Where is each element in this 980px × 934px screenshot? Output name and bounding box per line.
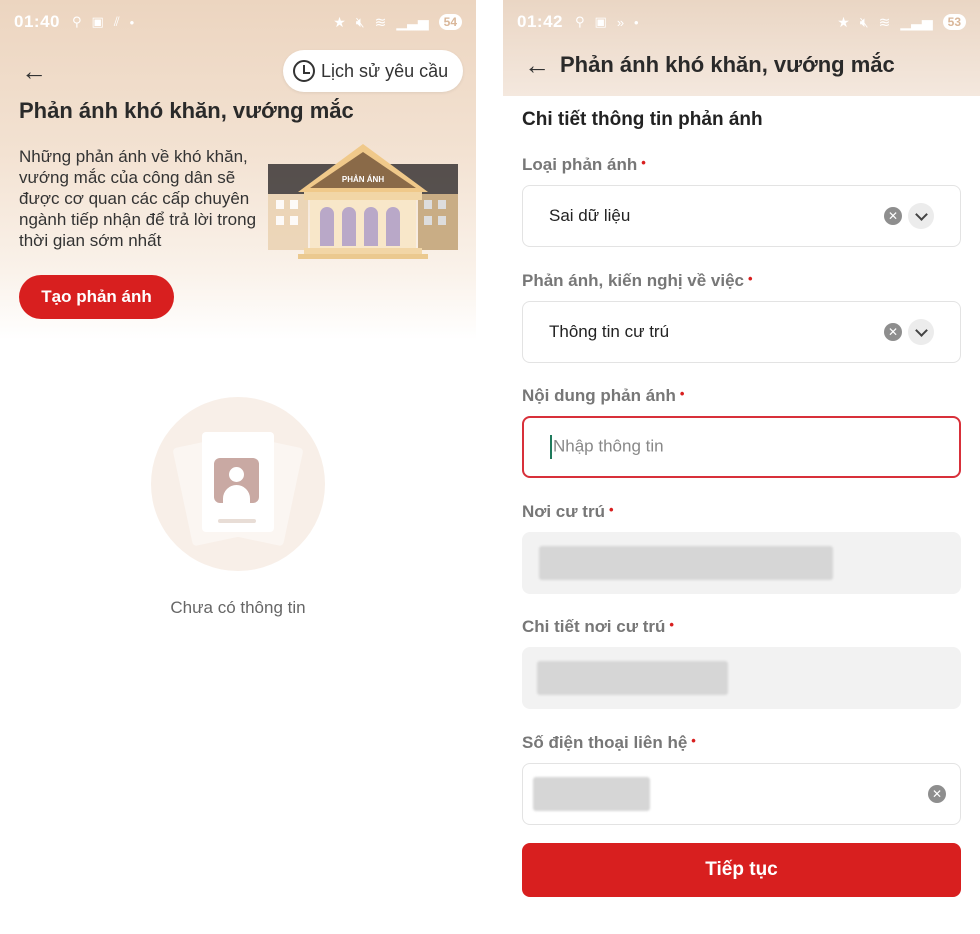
- report-type-label-text: Loại phản ánh: [522, 155, 638, 174]
- status-system-icons: ★ 🔇︎ ≋ ▁▃▅ 54: [333, 14, 462, 31]
- report-type-value: Sai dữ liệu: [549, 206, 631, 225]
- phone-input[interactable]: ✕: [522, 763, 961, 825]
- wifi-icon: ≋: [374, 13, 387, 30]
- continue-button[interactable]: Tiếp tục: [522, 843, 961, 897]
- residence-label-text: Nơi cư trú: [522, 502, 605, 521]
- content-placeholder: Nhập thông tin: [553, 436, 664, 456]
- required-mark: •: [608, 502, 614, 517]
- status-time: 01:42: [517, 12, 563, 31]
- screenshot-icon: ▣: [91, 14, 104, 29]
- mute-icon: 🔇︎: [355, 13, 365, 30]
- status-notification-icons: ⚲ ▣ ⫽ •: [72, 14, 134, 30]
- text-caret: [550, 435, 552, 459]
- empty-card-line: [218, 519, 256, 523]
- page-description: Những phản ánh về khó khăn, vướng mắc củ…: [19, 147, 257, 250]
- clear-icon[interactable]: ✕: [928, 785, 946, 803]
- empty-state-text: Chưa có thông tin: [170, 598, 306, 617]
- content-label-text: Nội dung phản ánh: [522, 386, 676, 405]
- section-title: Chi tiết thông tin phản ánh: [522, 109, 763, 130]
- page-title: Phản ánh khó khăn, vướng mắc: [19, 98, 354, 123]
- request-history-label: Lịch sử yêu cầu: [321, 60, 449, 81]
- mute-icon: 🔇︎: [859, 13, 869, 30]
- user-avatar-icon: [214, 458, 259, 503]
- report-type-select[interactable]: Sai dữ liệu ✕: [522, 185, 961, 247]
- create-report-button[interactable]: Tạo phản ánh: [19, 275, 174, 319]
- screenshot-icon: ▣: [594, 14, 607, 29]
- cell-signal-icon: ▁▃▅: [396, 13, 429, 30]
- required-mark: •: [669, 617, 674, 632]
- dot-icon: •: [129, 14, 135, 30]
- status-time: 01:40: [14, 12, 60, 31]
- content-input[interactable]: Nhập thông tin: [522, 416, 961, 478]
- subject-select[interactable]: Thông tin cư trú ✕: [522, 301, 961, 363]
- building-sign: PHẢN ÁNH: [342, 175, 384, 184]
- star-icon: ★: [333, 13, 346, 30]
- request-history-button[interactable]: Lịch sử yêu cầu: [283, 50, 463, 92]
- clear-icon[interactable]: ✕: [884, 207, 902, 225]
- required-mark: •: [748, 271, 753, 286]
- redacted-residence-detail-value: [537, 661, 728, 695]
- status-bar: 01:40 ⚲ ▣ ⫽ • ★ 🔇︎ ≋ ▁▃▅ 54: [0, 0, 476, 44]
- status-bar: 01:42 ⚲ ▣ » • ★ 🔇︎ ≋ ▁▃▅ 53: [503, 0, 980, 44]
- right-screen: 01:42 ⚲ ▣ » • ★ 🔇︎ ≋ ▁▃▅ 53 ← Phản ánh k…: [503, 0, 980, 934]
- required-mark: •: [679, 386, 685, 401]
- redacted-phone-value: [533, 777, 650, 811]
- required-mark: •: [641, 155, 646, 170]
- content-label: Nội dung phản ánh •: [522, 386, 684, 406]
- status-system-icons: ★ 🔇︎ ≋ ▁▃▅ 53: [837, 14, 966, 31]
- usb-icon: ⚲: [574, 14, 585, 29]
- star-icon: ★: [837, 13, 850, 30]
- government-building-illustration: PHẢN ÁNH: [268, 144, 458, 259]
- back-arrow-icon[interactable]: ←: [21, 58, 47, 84]
- clear-icon[interactable]: ✕: [884, 323, 902, 341]
- report-type-label: Loại phản ánh •: [522, 155, 646, 175]
- wifi-icon: ≋: [878, 13, 891, 30]
- redacted-residence-value: [539, 546, 833, 580]
- residence-field: [522, 532, 961, 594]
- forward-icon: »: [616, 14, 625, 30]
- battery-indicator: 54: [438, 14, 462, 30]
- cell-signal-icon: ▁▃▅: [900, 13, 933, 30]
- required-mark: •: [691, 733, 696, 748]
- phone-label: Số điện thoại liên hệ •: [522, 733, 696, 753]
- left-screen: 01:40 ⚲ ▣ ⫽ • ★ 🔇︎ ≋ ▁▃▅ 54 ← Lịch sử yê…: [0, 0, 476, 934]
- residence-detail-label: Chi tiết nơi cư trú •: [522, 617, 674, 637]
- residence-detail-field: [522, 647, 961, 709]
- subject-value: Thông tin cư trú: [549, 322, 670, 341]
- clock-history-icon: [293, 60, 315, 82]
- content-input-field[interactable]: Nhập thông tin: [550, 435, 933, 459]
- usb-icon: ⚲: [71, 14, 82, 29]
- status-notification-icons: ⚲ ▣ » •: [575, 14, 639, 30]
- battery-indicator: 53: [942, 14, 966, 30]
- signal-bars-icon: ⫽: [113, 14, 120, 29]
- residence-detail-label-text: Chi tiết nơi cư trú: [522, 617, 666, 636]
- chevron-down-icon[interactable]: [908, 319, 934, 345]
- back-arrow-icon[interactable]: ←: [524, 52, 550, 78]
- residence-label: Nơi cư trú •: [522, 502, 614, 522]
- dot-icon: •: [634, 14, 639, 30]
- phone-label-text: Số điện thoại liên hệ: [522, 733, 688, 752]
- page-title: Phản ánh khó khăn, vướng mắc: [560, 52, 895, 77]
- subject-label-text: Phản ánh, kiến nghị về việc: [522, 271, 745, 290]
- subject-label: Phản ánh, kiến nghị về việc •: [522, 271, 753, 291]
- chevron-down-icon[interactable]: [908, 203, 934, 229]
